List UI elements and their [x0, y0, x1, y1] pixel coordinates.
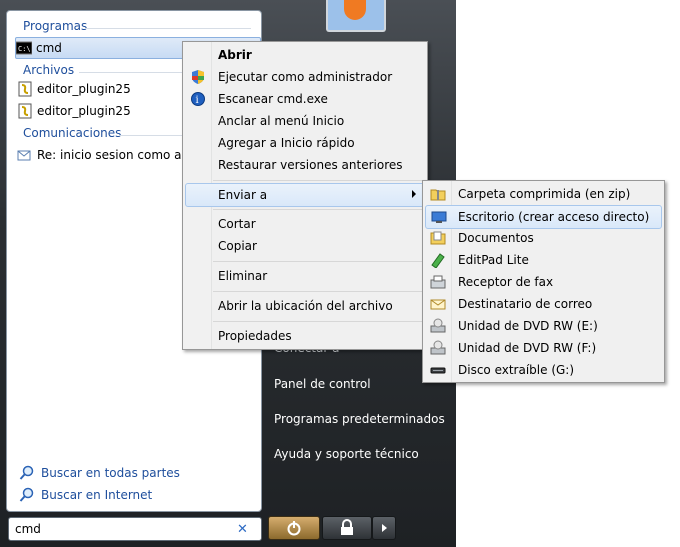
menu-separator — [213, 261, 425, 262]
menu-separator — [213, 291, 425, 292]
lock-button[interactable] — [322, 516, 372, 540]
right-pane-help-support[interactable]: Ayuda y soporte técnico — [274, 447, 419, 461]
antivirus-icon: i — [190, 91, 206, 107]
context-menu: Abrir Ejecutar como administrador i Esca… — [182, 41, 428, 350]
menu-separator — [213, 209, 425, 210]
group-title-comunicaciones: Comunicaciones — [23, 126, 122, 140]
menu-item-send-to[interactable]: Enviar a — [185, 183, 425, 207]
menu-item-cut[interactable]: Cortar — [185, 213, 425, 235]
right-pane-control-panel[interactable]: Panel de control — [274, 377, 371, 391]
menu-item-label: Copiar — [218, 239, 257, 253]
menu-item-label: Carpeta comprimida (en zip) — [458, 187, 631, 201]
script-file-icon — [17, 103, 33, 119]
group-title-programas: Programas — [23, 19, 88, 33]
sendto-dvd-f[interactable]: Unidad de DVD RW (F:) — [425, 337, 662, 359]
user-picture[interactable] — [326, 0, 386, 32]
sendto-documents[interactable]: Documentos — [425, 227, 662, 249]
menu-item-pin-start[interactable]: Anclar al menú Inicio — [185, 110, 425, 132]
fax-icon — [430, 274, 446, 290]
menu-item-label: Documentos — [458, 231, 534, 245]
chevron-right-icon — [382, 524, 387, 532]
menu-item-scan[interactable]: i Escanear cmd.exe — [185, 88, 425, 110]
power-icon — [287, 521, 301, 536]
menu-item-delete[interactable]: Eliminar — [185, 265, 425, 287]
menu-item-label: Escritorio (crear acceso directo) — [458, 210, 650, 224]
right-pane-default-programs[interactable]: Programas predeterminados — [274, 412, 445, 426]
lock-icon — [341, 519, 353, 535]
sendto-fax[interactable]: Receptor de fax — [425, 271, 662, 293]
menu-item-open-location[interactable]: Abrir la ubicación del archivo — [185, 295, 425, 317]
zip-folder-icon — [430, 186, 446, 202]
menu-item-label: Escanear cmd.exe — [218, 92, 328, 106]
search-icon — [19, 465, 35, 481]
menu-item-label: Ejecutar como administrador — [218, 70, 393, 84]
submenu-arrow-icon — [412, 190, 416, 198]
documents-folder-icon — [430, 230, 446, 246]
clear-search-icon[interactable]: ✕ — [237, 522, 248, 537]
menu-item-label: Unidad de DVD RW (E:) — [458, 319, 598, 333]
search-link-label: Buscar en Internet — [41, 488, 153, 502]
svg-text:C:\: C:\ — [18, 45, 31, 53]
user-avatar-icon — [344, 0, 366, 20]
menu-item-label: Anclar al menú Inicio — [218, 114, 345, 128]
menu-item-copy[interactable]: Copiar — [185, 235, 425, 257]
menu-item-open[interactable]: Abrir — [185, 44, 425, 66]
group-title-archivos: Archivos — [23, 63, 75, 77]
menu-item-label: Propiedades — [218, 329, 292, 343]
email-message-icon — [17, 147, 33, 163]
result-item-label: editor_plugin25 — [37, 82, 131, 96]
menu-item-label: Eliminar — [218, 269, 268, 283]
search-icon — [19, 487, 35, 503]
result-item-label: Re: inicio sesion como adm — [37, 148, 201, 162]
start-search-box[interactable]: ✕ — [8, 517, 262, 541]
menu-item-label: Receptor de fax — [458, 275, 554, 289]
menu-item-label: Destinatario de correo — [458, 297, 593, 311]
menu-item-label: Unidad de DVD RW (F:) — [458, 341, 597, 355]
menu-item-label: Abrir la ubicación del archivo — [218, 299, 393, 313]
menu-separator — [213, 180, 425, 181]
sendto-editpad[interactable]: EditPad Lite — [425, 249, 662, 271]
search-internet-link[interactable]: Buscar en Internet — [19, 485, 152, 505]
dvd-drive-icon — [430, 340, 446, 356]
mail-icon — [430, 296, 446, 312]
sendto-removable-g[interactable]: Disco extraíble (G:) — [425, 359, 662, 381]
script-file-icon — [17, 81, 33, 97]
menu-item-run-as-admin[interactable]: Ejecutar como administrador — [185, 66, 425, 88]
sendto-mail[interactable]: Destinatario de correo — [425, 293, 662, 315]
desktop-icon — [431, 209, 447, 225]
menu-item-quick-launch[interactable]: Agregar a Inicio rápido — [185, 132, 425, 154]
menu-item-label: Restaurar versiones anteriores — [218, 158, 403, 172]
result-item-label: editor_plugin25 — [37, 104, 131, 118]
menu-item-label: Enviar a — [218, 188, 268, 202]
menu-item-label: Agregar a Inicio rápido — [218, 136, 355, 150]
menu-item-label: EditPad Lite — [458, 253, 529, 267]
send-to-submenu: Carpeta comprimida (en zip) Escritorio (… — [422, 180, 665, 383]
result-item-label: cmd — [36, 41, 62, 55]
menu-separator — [213, 321, 425, 322]
editpad-icon — [430, 252, 446, 269]
menu-item-label: Disco extraíble (G:) — [458, 363, 575, 377]
dvd-drive-icon — [430, 318, 446, 334]
shield-icon — [190, 69, 206, 85]
power-button[interactable] — [268, 516, 320, 540]
cmd-icon: C:\ — [15, 40, 33, 56]
sendto-zip[interactable]: Carpeta comprimida (en zip) — [425, 183, 662, 205]
menu-item-properties[interactable]: Propiedades — [185, 325, 425, 347]
search-input[interactable] — [15, 522, 235, 536]
search-link-label: Buscar en todas partes — [41, 466, 180, 480]
menu-item-restore-versions[interactable]: Restaurar versiones anteriores — [185, 154, 425, 176]
sendto-desktop[interactable]: Escritorio (crear acceso directo) — [425, 205, 662, 229]
menu-item-label: Cortar — [218, 217, 256, 231]
shutdown-options-button[interactable] — [372, 516, 396, 540]
svg-text:i: i — [196, 95, 199, 106]
removable-disk-icon — [430, 362, 446, 378]
menu-item-label: Abrir — [218, 48, 252, 62]
sendto-dvd-e[interactable]: Unidad de DVD RW (E:) — [425, 315, 662, 337]
divider — [85, 28, 251, 29]
search-everywhere-link[interactable]: Buscar en todas partes — [19, 463, 180, 483]
